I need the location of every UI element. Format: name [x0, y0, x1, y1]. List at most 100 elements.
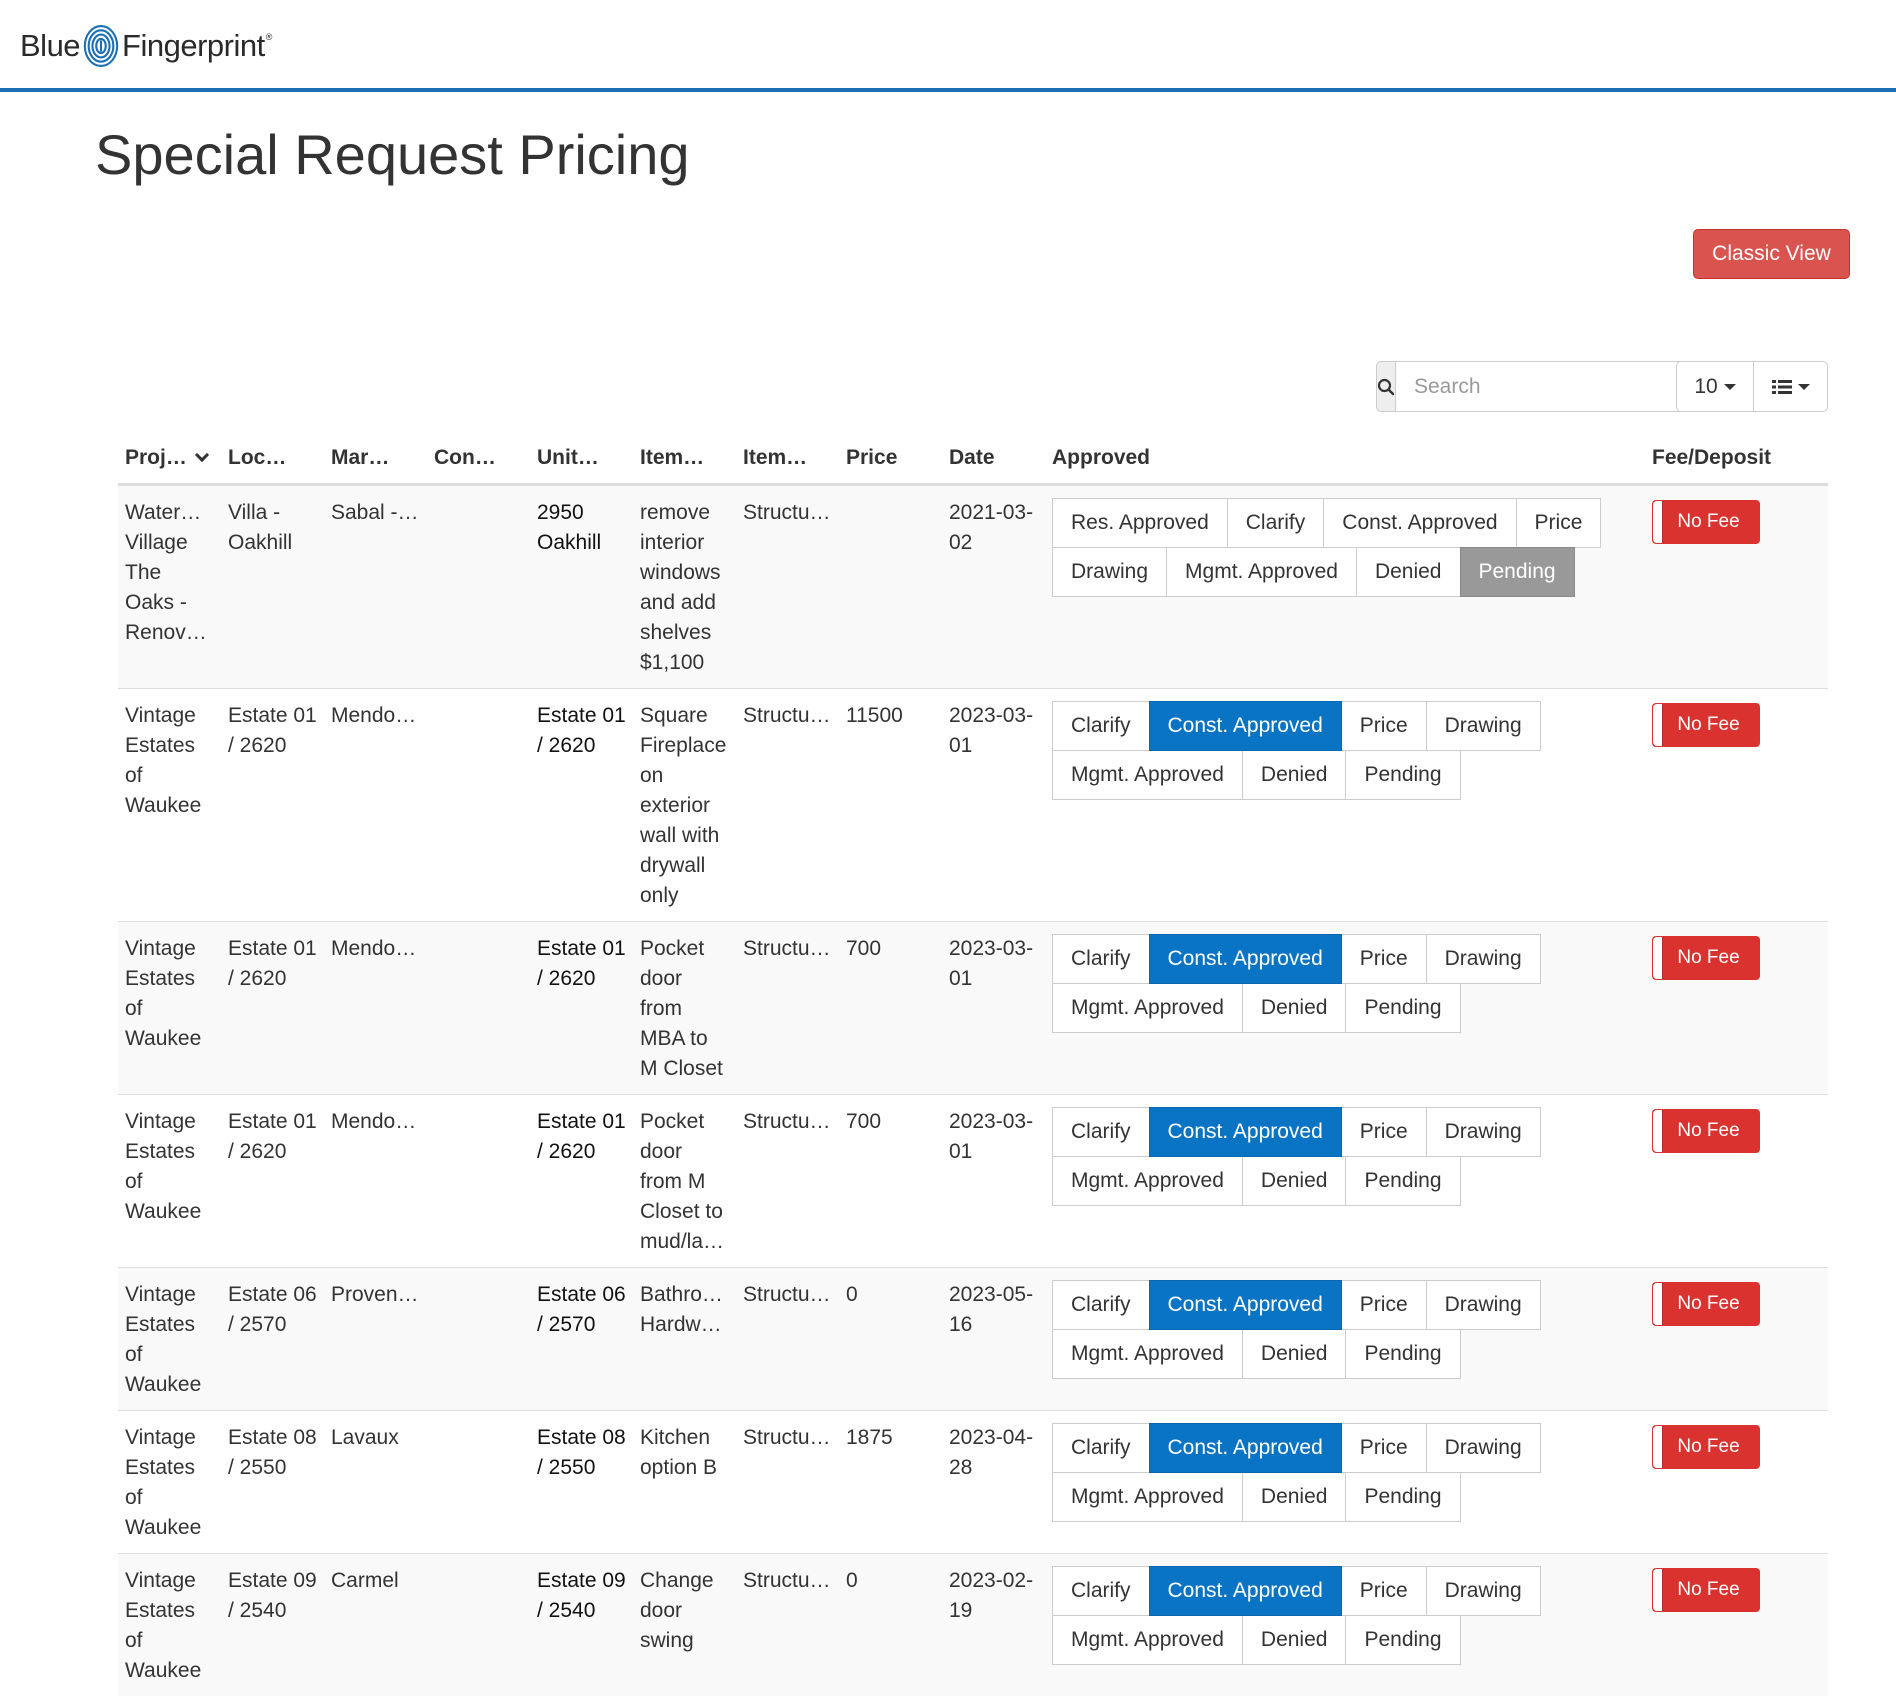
approval-pending-button[interactable]: Pending: [1345, 1328, 1461, 1379]
approval-const-approved-button[interactable]: Const. Approved: [1148, 1279, 1342, 1330]
approval-clarify-button[interactable]: Clarify: [1052, 1279, 1150, 1330]
approval-pending-button[interactable]: Pending: [1345, 749, 1461, 800]
table-row[interactable]: Vintage Estates of Waukee Estate 01 / 262…: [118, 1093, 1828, 1267]
approval-clarify-button[interactable]: Clarify: [1052, 700, 1150, 751]
cell-con: [427, 920, 530, 1094]
cell-unit: Estate 01 / 2620: [530, 1093, 633, 1267]
approval-button-group: Clarify Const. Approved Price Drawing Mgmt. …: [1052, 1106, 1542, 1206]
approval-denied-button[interactable]: Denied: [1241, 1471, 1347, 1522]
approval-drawing-button[interactable]: Drawing: [1425, 1279, 1541, 1330]
cell-item-type: Structu…: [736, 1552, 839, 1696]
approval-denied-button[interactable]: Denied: [1241, 982, 1347, 1033]
approval-pending-button[interactable]: Pending: [1345, 1471, 1461, 1522]
search-input[interactable]: [1395, 361, 1704, 412]
brand-logo[interactable]: Blue Fingerprint ®: [20, 22, 272, 70]
col-market[interactable]: Mar…: [324, 436, 427, 486]
col-con[interactable]: Con…: [427, 436, 530, 486]
approval-denied-button[interactable]: Denied: [1241, 1614, 1347, 1665]
cell-item-type: Structu…: [736, 1266, 839, 1410]
col-item-type[interactable]: Item…: [736, 436, 839, 486]
approval-denied-button[interactable]: Denied: [1355, 546, 1461, 597]
approval-price-button[interactable]: Price: [1340, 1279, 1427, 1330]
approval-mgmt-approved-button[interactable]: Mgmt. Approved: [1166, 546, 1357, 597]
approval-pending-button[interactable]: Pending: [1459, 546, 1575, 597]
approval-pending-button[interactable]: Pending: [1345, 1155, 1461, 1206]
table-row[interactable]: Vintage Estates of Waukee Estate 06 / 257…: [118, 1266, 1828, 1410]
approval-clarify-button[interactable]: Clarify: [1052, 1422, 1150, 1473]
table-row[interactable]: Water… Village The Oaks - Renov… Villa - …: [118, 483, 1828, 688]
approval-const-approved-button[interactable]: Const. Approved: [1148, 1106, 1342, 1157]
approval-mgmt-approved-button[interactable]: Mgmt. Approved: [1052, 1614, 1243, 1665]
col-price[interactable]: Price: [839, 436, 942, 486]
col-unit[interactable]: Unit…: [530, 436, 633, 486]
table-row[interactable]: Vintage Estates of Waukee Estate 08 / 255…: [118, 1409, 1828, 1553]
approval-mgmt-approved-button[interactable]: Mgmt. Approved: [1052, 1155, 1243, 1206]
fee-toggle[interactable]: No Fee: [1652, 1567, 1760, 1612]
approval-clarify-button[interactable]: Clarify: [1226, 497, 1325, 548]
approval-mgmt-approved-button[interactable]: Mgmt. Approved: [1052, 982, 1243, 1033]
approval-clarify-button[interactable]: Clarify: [1052, 1106, 1150, 1157]
cell-date: 2023-04-28: [942, 1409, 1045, 1553]
approval-denied-button[interactable]: Denied: [1241, 1155, 1347, 1206]
toggle-knob: [1653, 1282, 1663, 1325]
fee-label: No Fee: [1677, 510, 1740, 532]
caret-down-icon: [1797, 383, 1810, 390]
approval-denied-button[interactable]: Denied: [1241, 749, 1347, 800]
approval-const-approved-button[interactable]: Const. Approved: [1148, 933, 1342, 984]
approval-const-approved-button[interactable]: Const. Approved: [1148, 1565, 1342, 1616]
approval-drawing-button[interactable]: Drawing: [1052, 546, 1168, 597]
table-row[interactable]: Vintage Estates of Waukee Estate 01 / 262…: [118, 687, 1828, 921]
fee-toggle[interactable]: No Fee: [1652, 1281, 1760, 1326]
approval-pending-button[interactable]: Pending: [1345, 1614, 1461, 1665]
fee-toggle[interactable]: No Fee: [1652, 702, 1760, 747]
approval-const-approved-button[interactable]: Const. Approved: [1148, 1422, 1342, 1473]
toggle-knob: [1653, 703, 1663, 746]
fee-toggle[interactable]: No Fee: [1652, 935, 1760, 980]
approval-const-approved-button[interactable]: Const. Approved: [1148, 700, 1342, 751]
approval-drawing-button[interactable]: Drawing: [1425, 1565, 1541, 1616]
col-project[interactable]: Proj…: [118, 436, 221, 486]
page-size-dropdown[interactable]: 10: [1676, 361, 1754, 412]
fee-toggle[interactable]: No Fee: [1652, 499, 1760, 544]
classic-view-button[interactable]: Classic View: [1693, 229, 1850, 279]
approval-drawing-button[interactable]: Drawing: [1425, 700, 1541, 751]
approval-price-button[interactable]: Price: [1340, 1106, 1427, 1157]
approval-const-approved-button[interactable]: Const. Approved: [1323, 497, 1517, 548]
table-row[interactable]: Vintage Estates of Waukee Estate 09 / 254…: [118, 1552, 1828, 1696]
approval-res-approved-button[interactable]: Res. Approved: [1052, 497, 1228, 548]
cell-date: 2023-03-01: [942, 1093, 1045, 1267]
approval-mgmt-approved-button[interactable]: Mgmt. Approved: [1052, 1328, 1243, 1379]
approval-mgmt-approved-button[interactable]: Mgmt. Approved: [1052, 1471, 1243, 1522]
approval-price-button[interactable]: Price: [1340, 700, 1427, 751]
fee-label: No Fee: [1677, 1578, 1740, 1600]
approval-clarify-button[interactable]: Clarify: [1052, 933, 1150, 984]
cell-price: 700: [839, 920, 942, 1094]
table-row[interactable]: Vintage Estates of Waukee Estate 01 / 262…: [118, 920, 1828, 1094]
approval-price-button[interactable]: Price: [1340, 1422, 1427, 1473]
col-date[interactable]: Date: [942, 436, 1045, 486]
registered-mark: ®: [265, 32, 273, 42]
fee-toggle[interactable]: No Fee: [1652, 1424, 1760, 1469]
approval-clarify-button[interactable]: Clarify: [1052, 1565, 1150, 1616]
approval-mgmt-approved-button[interactable]: Mgmt. Approved: [1052, 749, 1243, 800]
approval-drawing-button[interactable]: Drawing: [1425, 1422, 1541, 1473]
page-size-value: 10: [1694, 374, 1718, 398]
col-location[interactable]: Loc…: [221, 436, 324, 486]
approval-price-button[interactable]: Price: [1515, 497, 1602, 548]
fee-label: No Fee: [1677, 1435, 1740, 1457]
col-approved[interactable]: Approved: [1045, 436, 1645, 486]
search-icon[interactable]: [1376, 361, 1395, 412]
col-item[interactable]: Item…: [633, 436, 736, 486]
approval-drawing-button[interactable]: Drawing: [1425, 1106, 1541, 1157]
fee-toggle[interactable]: No Fee: [1652, 1108, 1760, 1153]
col-fee-deposit[interactable]: Fee/Deposit: [1645, 436, 1828, 486]
cell-location: Estate 01 / 2620: [221, 1093, 324, 1267]
approval-denied-button[interactable]: Denied: [1241, 1328, 1347, 1379]
approval-pending-button[interactable]: Pending: [1345, 982, 1461, 1033]
approval-price-button[interactable]: Price: [1340, 933, 1427, 984]
cell-con: [427, 483, 530, 688]
approval-price-button[interactable]: Price: [1340, 1565, 1427, 1616]
columns-dropdown[interactable]: [1754, 361, 1828, 412]
approval-drawing-button[interactable]: Drawing: [1425, 933, 1541, 984]
cell-item-type: Structu…: [736, 920, 839, 1094]
